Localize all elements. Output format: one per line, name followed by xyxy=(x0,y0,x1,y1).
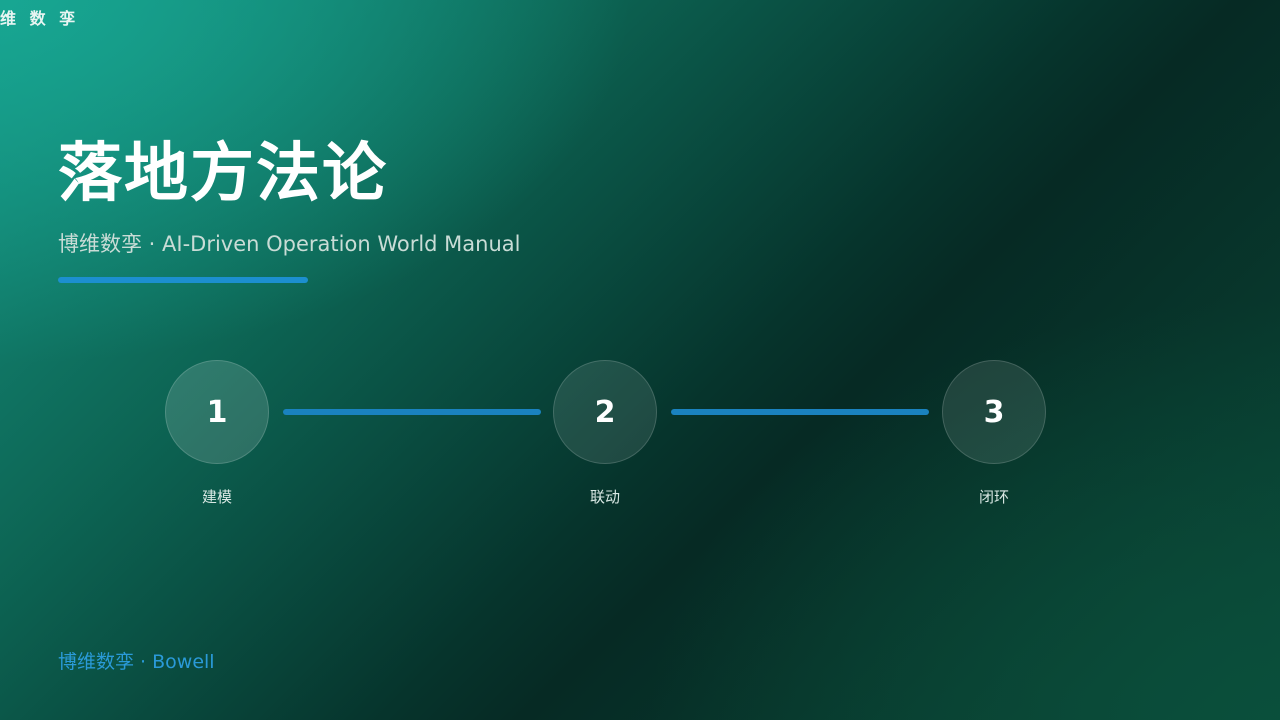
footer-brand: 博维数孪 · Bowell xyxy=(58,651,215,673)
brand-logo: 维 数 孪 xyxy=(0,9,80,28)
step-circle-3: 3 xyxy=(942,360,1046,464)
step-circle-2: 2 xyxy=(553,360,657,464)
step-label-1: 建模 xyxy=(201,488,232,506)
title-accent-bar xyxy=(58,277,308,283)
step-label-3: 闭环 xyxy=(978,488,1009,506)
step-connector-2-3 xyxy=(671,409,929,415)
page-subtitle: 博维数孪 · AI-Driven Operation World Manual xyxy=(58,232,521,256)
step-circle-1: 1 xyxy=(165,360,269,464)
step-label-2: 联动 xyxy=(589,488,620,506)
page-title: 落地方法论 xyxy=(58,137,388,211)
step-connector-1-2 xyxy=(283,409,541,415)
